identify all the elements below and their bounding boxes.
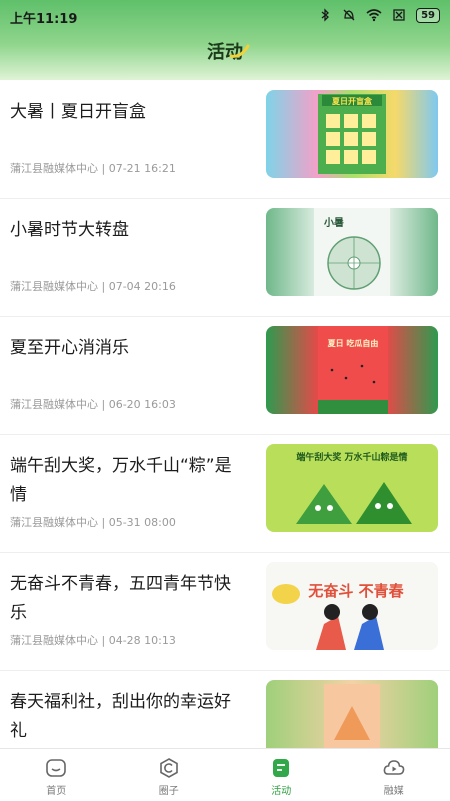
activity-meta: 蒲江县融媒体中心 | 06-20 16:03 [10,396,176,412]
page-title: 活动 [0,38,450,64]
thumb-text: 夏日 吃瓜自由 [327,338,379,348]
status-icons: 59 [318,6,440,24]
activity-meta: 蒲江县融媒体中心 | 05-31 08:00 [10,514,176,530]
status-bar: 上午11:19 59 [0,0,450,30]
activity-item[interactable]: 夏至开心消消乐 蒲江县融媒体中心 | 06-20 16:03 夏日 吃瓜自由 [0,316,450,435]
thumb-text: 夏日开盲盒 [331,96,373,106]
home-icon [45,757,67,779]
tab-home[interactable]: 首页 [0,749,113,801]
tab-label: 活动 [225,782,338,797]
activity-item[interactable]: 大暑丨夏日开盲盒 蒲江县融媒体中心 | 07-21 16:21 夏日开盲盒 [0,80,450,199]
activity-meta: 蒲江县融媒体中心 | 04-28 10:13 [10,632,176,648]
activity-thumbnail: 端午刮大奖 万水千山粽是情 [266,444,438,532]
activity-item[interactable]: 小暑时节大转盘 蒲江县融媒体中心 | 07-04 20:16 小暑 [0,198,450,317]
activity-thumbnail [266,680,438,748]
bluetooth-icon [318,8,332,22]
activity-title: 端午刮大奖，万水千山“粽”是情 [10,452,240,510]
activity-title: 夏至开心消消乐 [10,334,240,363]
sim-off-icon [392,8,406,22]
tab-label: 融媒 [338,782,450,797]
media-icon [383,757,405,779]
activity-item[interactable]: 端午刮大奖，万水千山“粽”是情 蒲江县融媒体中心 | 05-31 08:00 端… [0,434,450,553]
activity-title: 小暑时节大转盘 [10,216,240,245]
activity-title: 春天福利社，刮出你的幸运好礼 [10,688,240,746]
circle-icon [158,757,180,779]
swoosh-icon [229,42,251,60]
activity-meta: 蒲江县融媒体中心 | 07-21 16:21 [10,160,176,176]
activity-icon [270,757,292,779]
activity-title: 大暑丨夏日开盲盒 [10,98,240,127]
tab-activity[interactable]: 活动 [225,749,338,801]
activity-title: 无奋斗不青春，五四青年节快乐 [10,570,240,628]
battery-indicator: 59 [416,8,440,23]
wifi-icon [366,8,382,22]
activity-item[interactable]: 无奋斗不青春，五四青年节快乐 蒲江县融媒体中心 | 04-28 10:13 无奋… [0,552,450,671]
activity-thumbnail: 夏日 吃瓜自由 [266,326,438,414]
header: 上午11:19 59 活动 [0,0,450,80]
activity-list: 大暑丨夏日开盲盒 蒲江县融媒体中心 | 07-21 16:21 夏日开盲盒 [0,80,450,748]
thumb-text: 端午刮大奖 万水千山粽是情 [296,451,407,463]
activity-thumbnail: 夏日开盲盒 [266,90,438,178]
thumb-text: 小暑 [323,216,344,229]
mute-icon [342,8,356,22]
tab-circle[interactable]: 圈子 [113,749,226,801]
tab-label: 圈子 [113,782,226,797]
tab-media[interactable]: 融媒 [338,749,450,801]
status-time: 上午11:19 [10,8,77,27]
tab-label: 首页 [0,782,113,797]
thumb-text: 无奋斗 不青春 [307,582,403,600]
activity-thumbnail: 无奋斗 不青春 [266,562,438,650]
activity-item[interactable]: 春天福利社，刮出你的幸运好礼 [0,670,450,748]
activity-thumbnail: 小暑 [266,208,438,296]
bottom-tab-bar: 首页 圈子 活动 融媒 [0,748,450,801]
activity-meta: 蒲江县融媒体中心 | 07-04 20:16 [10,278,176,294]
